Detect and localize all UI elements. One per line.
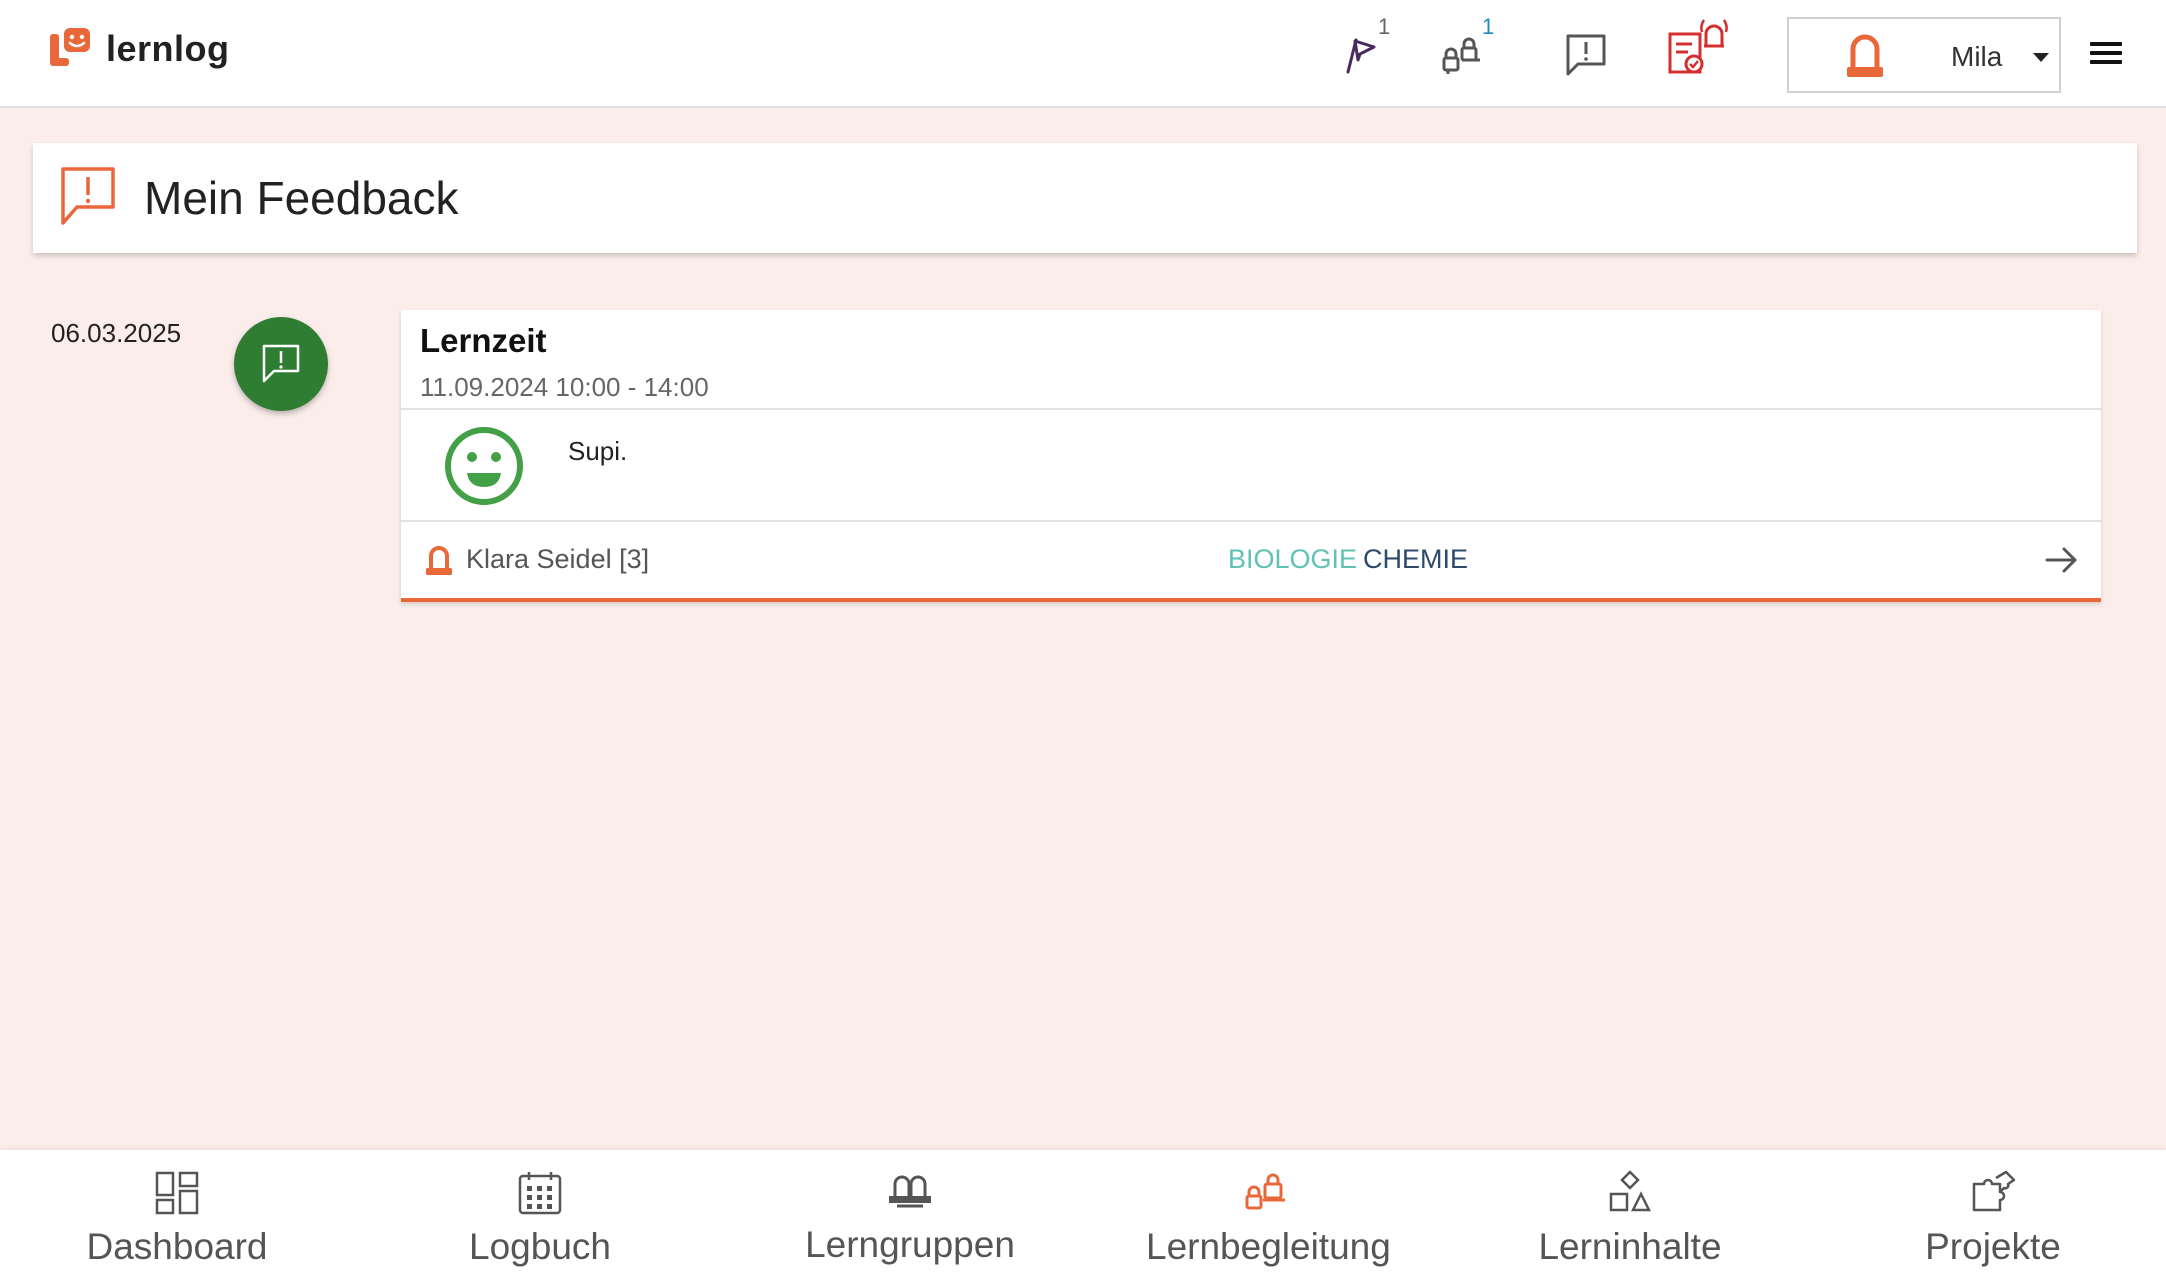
- nav-label: Logbuch: [469, 1226, 611, 1267]
- feedback-author: Klara Seidel [3]: [466, 544, 650, 574]
- tag-biologie[interactable]: BIOLOGIE: [1228, 544, 1357, 574]
- nav-lerngruppen[interactable]: Lerngruppen: [790, 1150, 1030, 1280]
- app-logo[interactable]: lernlog: [50, 28, 230, 70]
- nav-lerninhalte[interactable]: Lerninhalte: [1510, 1150, 1750, 1280]
- entry-date: 06.03.2025: [51, 318, 182, 348]
- hamburger-menu-icon[interactable]: [2090, 42, 2122, 66]
- puzzle-icon: [1972, 1170, 2016, 1212]
- task-alarm-icon: [1668, 19, 1728, 74]
- user-avatar-icon: [1847, 34, 1883, 77]
- nav-label: Lernbegleitung: [1146, 1226, 1391, 1267]
- page-header: Mein Feedback: [33, 143, 2137, 253]
- nav-dashboard[interactable]: Dashboard: [57, 1150, 297, 1280]
- chevron-down-icon: [2033, 53, 2049, 62]
- feedback-title: Lernzeit: [420, 322, 547, 359]
- divider: [401, 520, 2101, 522]
- feedback-icon: [262, 344, 300, 383]
- top-bar: lernlog 1 1 Mila: [0, 0, 2166, 108]
- divider: [401, 408, 2101, 410]
- app-name: lernlog: [106, 28, 230, 69]
- nav-label: Dashboard: [86, 1226, 268, 1267]
- happy-smiley-icon: [445, 427, 523, 505]
- feedback-marker: [234, 317, 328, 411]
- bottom-navigation: Dashboard Logbuch Lerngruppen Lernbeglei…: [0, 1150, 2166, 1280]
- subject-tags: BIOLOGIE CHEMIE: [1228, 544, 1468, 575]
- tag-chemie[interactable]: CHEMIE: [1363, 544, 1468, 574]
- user-name: Mila: [1951, 41, 2003, 72]
- task-alarm-button[interactable]: [1664, 12, 1736, 84]
- calendar-icon: [518, 1172, 562, 1215]
- flag-icon-button[interactable]: 1: [1336, 14, 1396, 86]
- learning-support-button[interactable]: 1: [1436, 14, 1496, 86]
- nav-label: Projekte: [1925, 1226, 2061, 1267]
- nav-label: Lerninhalte: [1538, 1226, 1722, 1267]
- arrow-right-icon[interactable]: [2044, 546, 2080, 574]
- shapes-icon: [1609, 1170, 1652, 1212]
- feedback-icon: [61, 167, 115, 225]
- page-title: Mein Feedback: [144, 172, 459, 224]
- group-icon: [889, 1175, 931, 1208]
- nav-projekte[interactable]: Projekte: [1873, 1150, 2113, 1280]
- lernlog-logo-icon: [50, 28, 90, 66]
- learning-support-icon: [1245, 1173, 1285, 1210]
- feedback-button[interactable]: [1556, 26, 1616, 86]
- support-badge: 1: [1482, 14, 1495, 39]
- nav-label: Lerngruppen: [805, 1224, 1015, 1265]
- flag-badge: 1: [1378, 14, 1391, 39]
- feedback-card[interactable]: Lernzeit 11.09.2024 10:00 - 14:00 Supi. …: [401, 310, 2101, 602]
- user-icon: [426, 546, 452, 575]
- feedback-time: 11.09.2024 10:00 - 14:00: [420, 372, 709, 402]
- nav-logbuch[interactable]: Logbuch: [420, 1150, 660, 1280]
- feedback-comment: Supi.: [568, 436, 628, 466]
- nav-lernbegleitung[interactable]: Lernbegleitung: [1146, 1150, 1391, 1280]
- dashboard-icon: [155, 1171, 199, 1215]
- user-menu[interactable]: Mila: [1787, 17, 2061, 93]
- feedback-icon: [1566, 34, 1606, 76]
